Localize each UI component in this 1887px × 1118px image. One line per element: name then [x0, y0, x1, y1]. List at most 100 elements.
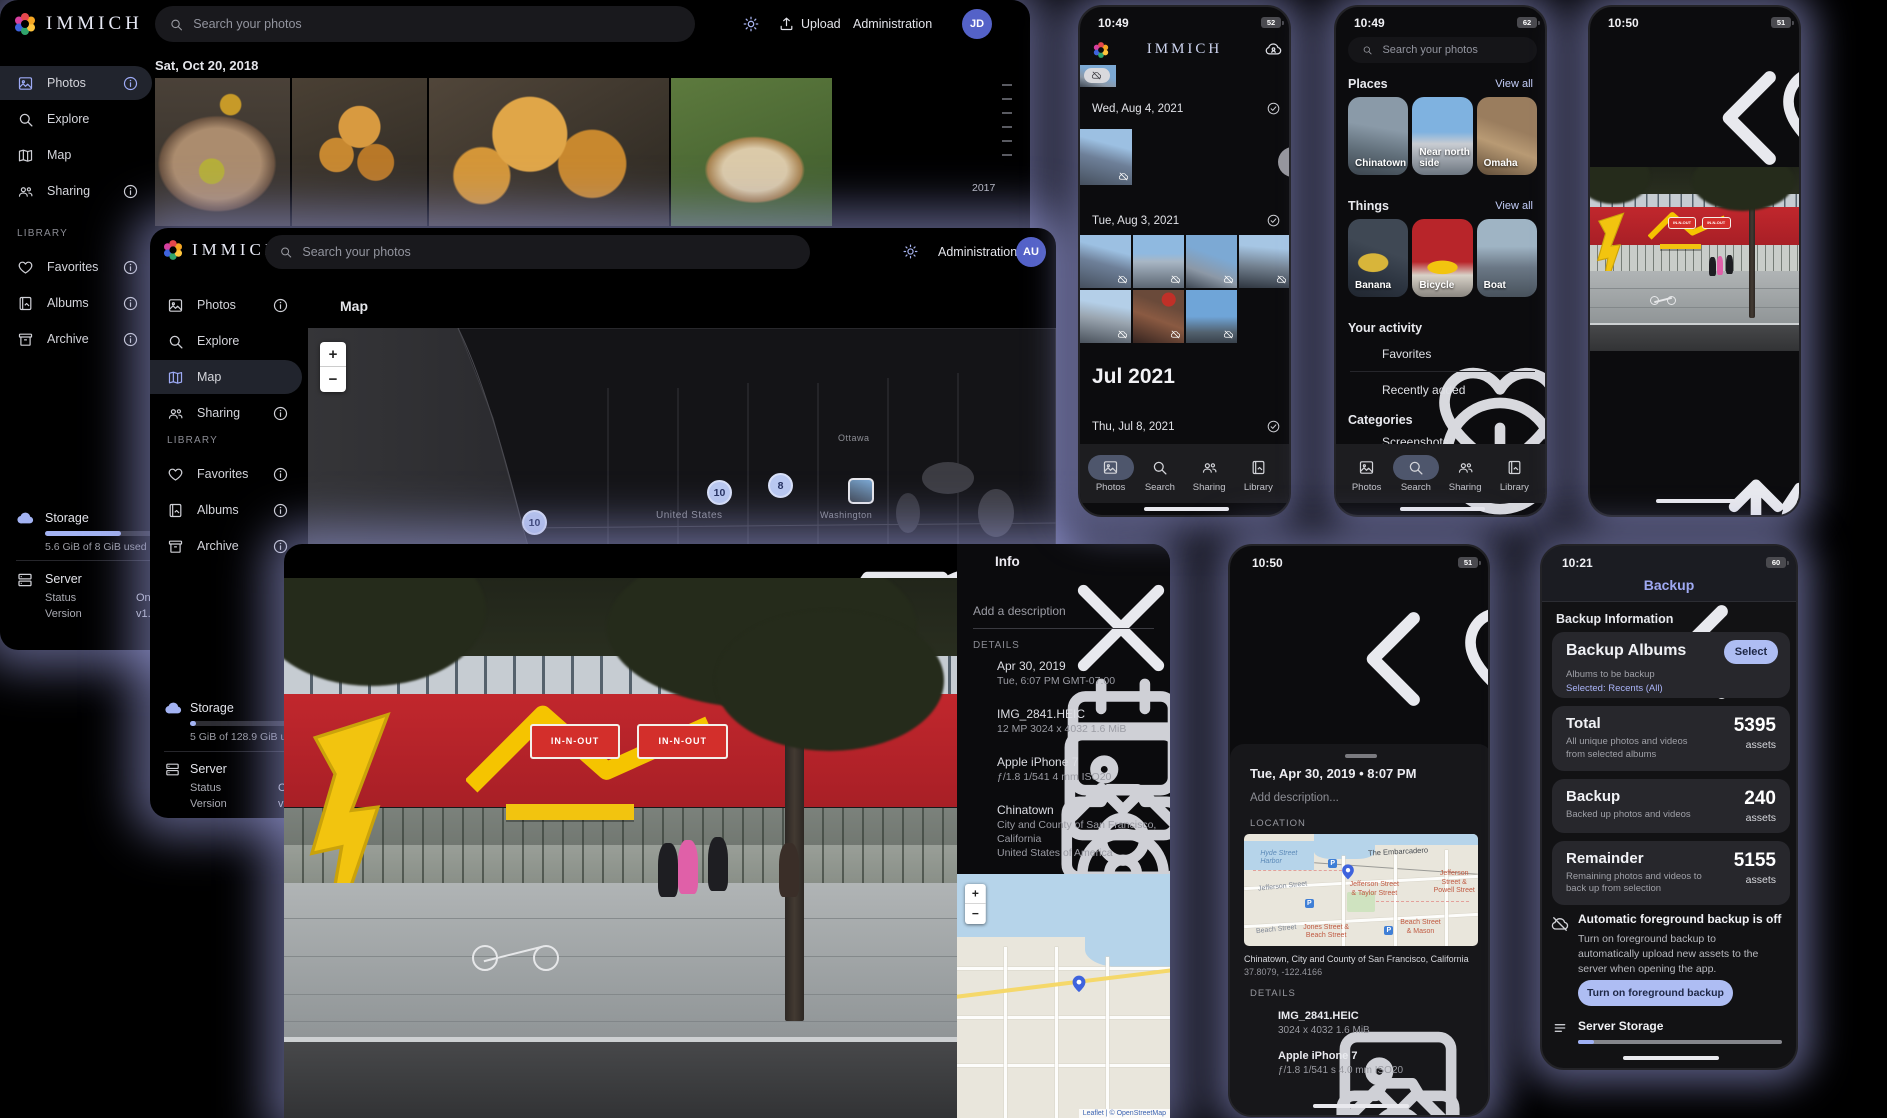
info-icon[interactable]: [122, 259, 139, 276]
delete-icon[interactable]: [896, 552, 914, 570]
search-input[interactable]: [193, 17, 681, 31]
photo-thumbnail[interactable]: [292, 78, 427, 226]
photo-thumbnail[interactable]: [1080, 290, 1131, 343]
select-group-icon[interactable]: [1266, 213, 1281, 228]
back-icon[interactable]: [1604, 43, 1621, 60]
info-icon[interactable]: [1779, 44, 1795, 60]
places-view-all-link[interactable]: View all: [1495, 78, 1533, 90]
photo-thumbnail[interactable]: [1133, 290, 1184, 343]
search-bar[interactable]: [155, 6, 695, 42]
sidebar-item[interactable]: Photos: [150, 288, 302, 322]
nav-tab[interactable]: Photos: [1342, 455, 1391, 493]
mini-map[interactable]: + − Leaflet | © OpenStreetMap: [957, 874, 1170, 1118]
zoom-out-button[interactable]: −: [965, 904, 986, 924]
nav-tab[interactable]: Library: [1490, 455, 1539, 493]
info-icon[interactable]: [122, 331, 139, 348]
description-placeholder[interactable]: Add a description: [973, 604, 1066, 618]
info-icon[interactable]: [272, 466, 289, 483]
upload-icon[interactable]: [778, 15, 795, 32]
search-bar[interactable]: [1348, 37, 1537, 63]
timeline-scrubber[interactable]: [1002, 84, 1012, 168]
search-input[interactable]: [302, 245, 796, 259]
map-photo-marker[interactable]: [848, 478, 874, 504]
administration-link[interactable]: Administration: [853, 17, 932, 31]
archive-icon[interactable]: [1687, 463, 1705, 481]
back-icon[interactable]: [298, 552, 316, 570]
partial-thumbnail[interactable]: [1080, 65, 1116, 87]
sidebar-item[interactable]: Sharing: [0, 174, 152, 208]
upload-button[interactable]: Upload: [801, 17, 841, 31]
sheet-drag-handle[interactable]: [1345, 754, 1377, 758]
sidebar-item[interactable]: Favorites: [0, 250, 152, 284]
category-tile[interactable]: Chinatown: [1348, 97, 1408, 175]
photo-thumbnail[interactable]: [1186, 235, 1237, 288]
category-tile[interactable]: Bicycle: [1412, 219, 1472, 297]
sidebar-item[interactable]: Map: [0, 138, 152, 172]
sidebar-item[interactable]: Favorites: [150, 457, 302, 491]
location-name[interactable]: Chinatown: [997, 803, 1054, 817]
cloud-upload-icon[interactable]: [1406, 585, 1422, 601]
turn-on-backup-button[interactable]: Turn on foreground backup: [1578, 980, 1733, 1006]
favorite-icon[interactable]: [1376, 585, 1392, 601]
select-group-icon[interactable]: [1266, 101, 1281, 116]
sidebar-item[interactable]: Explore: [150, 324, 302, 358]
photo-in-n-out[interactable]: IN-N-OUT IN-N-OUT: [1590, 167, 1801, 351]
info-icon[interactable]: [122, 75, 139, 92]
photo-thumbnail[interactable]: [1080, 129, 1132, 185]
sidebar-item[interactable]: Sharing: [150, 396, 302, 430]
description-placeholder[interactable]: Add description...: [1250, 792, 1339, 804]
zoom-in-button[interactable]: +: [965, 884, 986, 904]
favorite-icon[interactable]: [1694, 44, 1710, 60]
map-cluster[interactable]: 10: [707, 480, 732, 505]
sidebar-item[interactable]: Albums: [150, 493, 302, 527]
more-options-icon[interactable]: [931, 552, 949, 570]
photo-thumbnail[interactable]: [155, 78, 290, 226]
sidebar-item[interactable]: Explore: [0, 102, 152, 136]
favorites-row[interactable]: Favorites: [1382, 347, 1431, 361]
close-icon[interactable]: [971, 553, 987, 569]
category-tile[interactable]: Boat: [1477, 219, 1537, 297]
info-icon[interactable]: [122, 183, 139, 200]
avatar[interactable]: AU: [1016, 237, 1046, 267]
sidebar-item[interactable]: Photos: [0, 66, 152, 100]
nav-tab[interactable]: Sharing: [1441, 455, 1490, 493]
theme-toggle-icon[interactable]: [742, 15, 760, 33]
sidebar-item[interactable]: Archive: [0, 322, 152, 356]
info-icon[interactable]: [1463, 585, 1479, 601]
zoom-in-button[interactable]: +: [320, 342, 346, 367]
sidebar-item[interactable]: Map: [150, 360, 302, 394]
map-cluster[interactable]: 8: [768, 473, 793, 498]
add-icon[interactable]: [1752, 44, 1768, 60]
back-icon[interactable]: [1248, 584, 1265, 601]
add-icon[interactable]: [1436, 585, 1452, 601]
photo-thumbnail[interactable]: [1133, 235, 1184, 288]
archive-icon[interactable]: [755, 552, 773, 570]
category-tile[interactable]: Near north side: [1412, 97, 1472, 175]
sidebar-item[interactable]: Archive: [150, 529, 302, 563]
photo-thumbnail[interactable]: [1080, 235, 1131, 288]
category-tile[interactable]: Banana: [1348, 219, 1408, 297]
nav-tab[interactable]: Photos: [1086, 455, 1135, 493]
nav-tab[interactable]: Sharing: [1185, 455, 1234, 493]
info-icon[interactable]: [825, 552, 843, 570]
info-icon[interactable]: [122, 295, 139, 312]
select-albums-button[interactable]: Select: [1724, 640, 1778, 664]
nav-tab[interactable]: Search: [1135, 455, 1184, 493]
nav-tab[interactable]: Search: [1391, 455, 1440, 493]
info-icon[interactable]: [272, 405, 289, 422]
theme-toggle-icon[interactable]: [902, 243, 919, 260]
nav-tab[interactable]: Library: [1234, 455, 1283, 493]
administration-link[interactable]: Administration: [938, 245, 1017, 259]
photo-thumbnail[interactable]: [1239, 235, 1290, 288]
info-icon[interactable]: [272, 297, 289, 314]
map-cluster[interactable]: 10: [522, 510, 547, 535]
backup-cloud-user-icon[interactable]: [1264, 40, 1283, 59]
recently-added-row[interactable]: Recently added: [1382, 383, 1465, 397]
cloud-upload-icon[interactable]: [789, 552, 807, 570]
share-icon[interactable]: [1606, 463, 1624, 481]
delete-icon[interactable]: [1766, 463, 1784, 481]
category-tile[interactable]: Omaha: [1477, 97, 1537, 175]
search-input[interactable]: [1382, 44, 1523, 56]
photo-thumbnail[interactable]: [1186, 290, 1237, 343]
cloud-upload-icon[interactable]: [1723, 44, 1739, 60]
